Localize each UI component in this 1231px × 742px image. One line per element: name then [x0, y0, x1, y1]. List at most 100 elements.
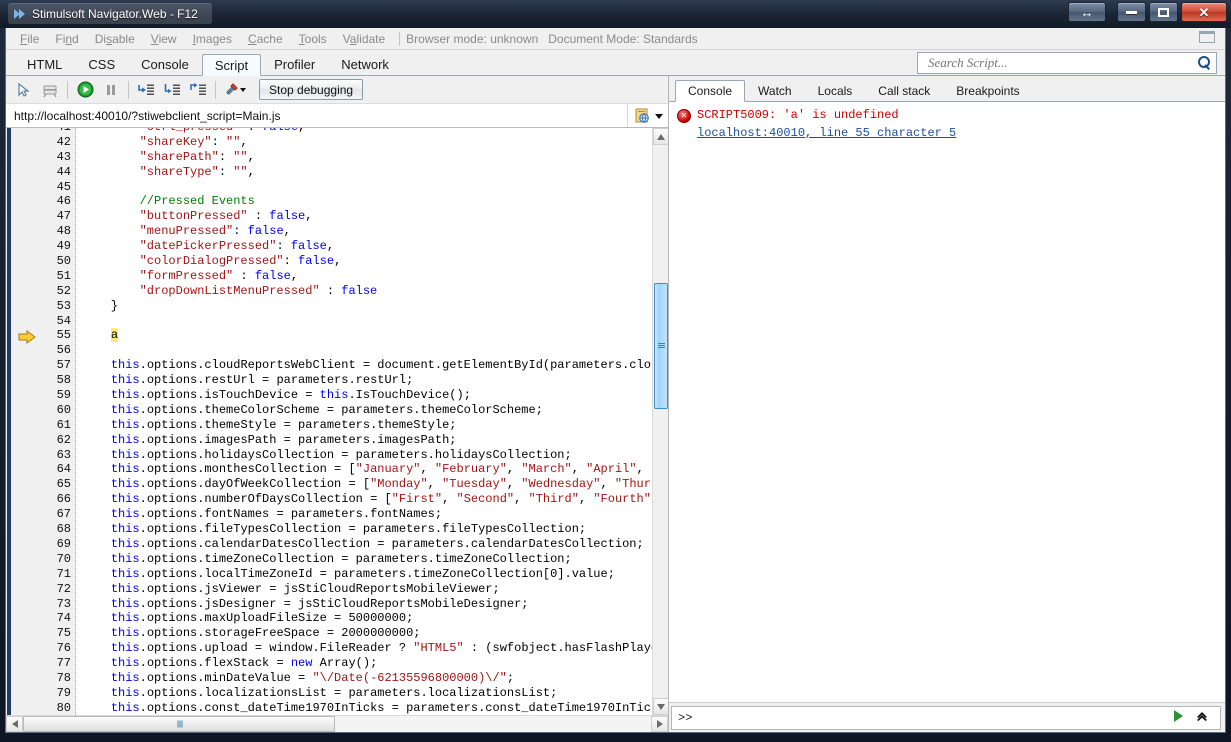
line-number: 79	[56, 685, 71, 700]
code-line[interactable]: "formPressed" : false,	[82, 269, 652, 284]
tab-watch[interactable]: Watch	[745, 79, 805, 101]
code-line[interactable]: this.options.flexStack = new Array();	[82, 656, 652, 671]
script-selector[interactable]	[627, 104, 668, 127]
code-lines[interactable]: "ctrl_pressed" : false, "shareKey": "", …	[76, 128, 652, 715]
code-line[interactable]: "menuPressed": false,	[82, 224, 652, 239]
tab-profiler[interactable]: Profiler	[261, 53, 328, 75]
select-element-icon[interactable]	[12, 79, 36, 101]
code-line[interactable]: this.options.imagesPath = parameters.ima…	[82, 433, 652, 448]
code-vertical-scrollbar[interactable]	[652, 128, 668, 715]
code-line[interactable]: "shareKey": "",	[82, 135, 652, 150]
code-line[interactable]: this.options.restUrl = parameters.restUr…	[82, 373, 652, 388]
code-horizontal-scrollbar[interactable]	[6, 715, 668, 732]
code-editor[interactable]: 4142434445464748495051525354555657585960…	[6, 128, 668, 715]
menu-validate[interactable]: Validate	[335, 30, 394, 48]
code-line[interactable]: this.options.storageFreeSpace = 20000000…	[82, 626, 652, 641]
code-line[interactable]: this.options.timeZoneCollection = parame…	[82, 552, 652, 567]
menu-cache[interactable]: Cache	[240, 30, 291, 48]
code-line[interactable]	[82, 314, 652, 329]
tab-breakpoints[interactable]: Breakpoints	[943, 79, 1032, 101]
scroll-down-icon[interactable]	[653, 698, 668, 715]
menu-disable[interactable]: Disable	[87, 30, 143, 48]
code-line[interactable]: "colorDialogPressed": false,	[82, 254, 652, 269]
clear-breakpoints-icon[interactable]	[38, 79, 62, 101]
step-over-icon[interactable]	[160, 79, 184, 101]
tab-script[interactable]: Script	[201, 54, 262, 76]
step-into-icon[interactable]	[134, 79, 158, 101]
code-line[interactable]: a	[82, 328, 652, 343]
menu-find[interactable]: Find	[47, 30, 86, 48]
code-line[interactable]: this.options.dayOfWeekCollection = ["Mon…	[82, 477, 652, 492]
code-line[interactable]: this.options.cloudReportsWebClient = doc…	[82, 358, 652, 373]
console-input-row[interactable]: >>	[669, 702, 1225, 732]
code-line[interactable]: this.options.monthesCollection = ["Janua…	[82, 462, 652, 477]
code-line[interactable]: this.options.localizationsList = paramet…	[82, 686, 652, 701]
scroll-left-icon[interactable]	[6, 716, 23, 732]
console-error-link[interactable]: localhost:40010, line 55 character 5	[697, 126, 956, 140]
code-line[interactable]: this.options.minDateValue = "\/Date(-621…	[82, 671, 652, 686]
code-line[interactable]: this.options.themeStyle = parameters.the…	[82, 418, 652, 433]
console-input-box[interactable]: >>	[671, 705, 1221, 730]
code-line[interactable]: "shareType": "",	[82, 165, 652, 180]
tab-html[interactable]: HTML	[14, 53, 75, 75]
code-line[interactable]: "datePickerPressed": false,	[82, 239, 652, 254]
menu-tools[interactable]: Tools	[291, 30, 335, 48]
dock-icon[interactable]: ↔	[1068, 2, 1106, 22]
stop-debugging-button[interactable]: Stop debugging	[259, 79, 364, 100]
code-line[interactable]: this.options.themeColorScheme = paramete…	[82, 403, 652, 418]
close-icon[interactable]: ✕	[1181, 2, 1227, 22]
tab-console-panel[interactable]: Console	[675, 80, 746, 102]
code-line[interactable]: "buttonPressed" : false,	[82, 209, 652, 224]
scroll-up-icon[interactable]	[653, 128, 668, 145]
code-line[interactable]: this.options.numberOfDaysCollection = ["…	[82, 492, 652, 507]
code-line[interactable]: //Pressed Events	[82, 194, 652, 209]
breakpoint-gutter[interactable]	[12, 128, 40, 715]
maximize-icon[interactable]	[1149, 2, 1178, 22]
code-line[interactable]: this.options.jsDesigner = jsStiCloudRepo…	[82, 597, 652, 612]
code-line[interactable]: this.options.calendarDatesCollection = p…	[82, 537, 652, 552]
tab-call-stack[interactable]: Call stack	[865, 79, 943, 101]
menu-file[interactable]: File	[12, 30, 47, 48]
menu-view[interactable]: View	[143, 30, 185, 48]
tab-console[interactable]: Console	[128, 53, 202, 75]
code-line[interactable]: this.options.isTouchDevice = this.IsTouc…	[82, 388, 652, 403]
menubar-right[interactable]	[1199, 31, 1219, 46]
code-line[interactable]: "dropDownListMenuPressed" : false	[82, 284, 652, 299]
menu-images[interactable]: Images	[185, 30, 240, 48]
step-out-icon[interactable]	[186, 79, 210, 101]
scroll-right-icon[interactable]	[651, 716, 668, 732]
run-icon[interactable]	[1167, 709, 1190, 726]
break-all-icon[interactable]	[99, 79, 123, 101]
search-script-box[interactable]	[917, 52, 1217, 74]
browser-mode-label[interactable]: Browser mode: unknown	[406, 30, 548, 48]
continue-icon[interactable]	[73, 79, 97, 101]
code-line[interactable]	[82, 343, 652, 358]
tab-css[interactable]: CSS	[75, 53, 128, 75]
menu-divider	[399, 31, 401, 46]
horizontal-scroll-track[interactable]	[23, 716, 651, 732]
search-input[interactable]	[926, 54, 1196, 72]
code-line[interactable]: this.options.jsViewer = jsStiCloudReport…	[82, 582, 652, 597]
code-line[interactable]: this.options.upload = window.FileReader …	[82, 641, 652, 656]
vertical-scroll-thumb[interactable]	[654, 283, 668, 409]
code-line[interactable]: this.options.maxUploadFileSize = 5000000…	[82, 611, 652, 626]
script-url[interactable]: http://localhost:40010/?stiwebclient_scr…	[14, 109, 627, 123]
horizontal-scroll-thumb[interactable]	[23, 716, 335, 732]
code-line[interactable]: this.options.const_dateTime1970InTicks =…	[82, 701, 652, 715]
code-line[interactable]: "sharePath": "",	[82, 150, 652, 165]
minimize-icon[interactable]	[1117, 2, 1146, 22]
chevron-up-icon[interactable]	[1190, 711, 1214, 725]
code-line[interactable]	[82, 180, 652, 195]
code-line[interactable]: this.options.fontNames = parameters.font…	[82, 507, 652, 522]
document-mode-label[interactable]: Document Mode: Standards	[548, 30, 707, 48]
window-restore-icon[interactable]	[1199, 31, 1215, 43]
code-line[interactable]: this.options.holidaysCollection = parame…	[82, 448, 652, 463]
code-line[interactable]: this.options.fileTypesCollection = param…	[82, 522, 652, 537]
tab-locals[interactable]: Locals	[805, 79, 866, 101]
search-icon[interactable]	[1196, 55, 1212, 71]
code-line[interactable]: "ctrl_pressed" : false,	[82, 128, 652, 135]
code-line[interactable]: this.options.localTimeZoneId = parameter…	[82, 567, 652, 582]
debug-options-icon[interactable]	[221, 79, 251, 101]
code-line[interactable]: }	[82, 299, 652, 314]
tab-network[interactable]: Network	[328, 53, 402, 75]
